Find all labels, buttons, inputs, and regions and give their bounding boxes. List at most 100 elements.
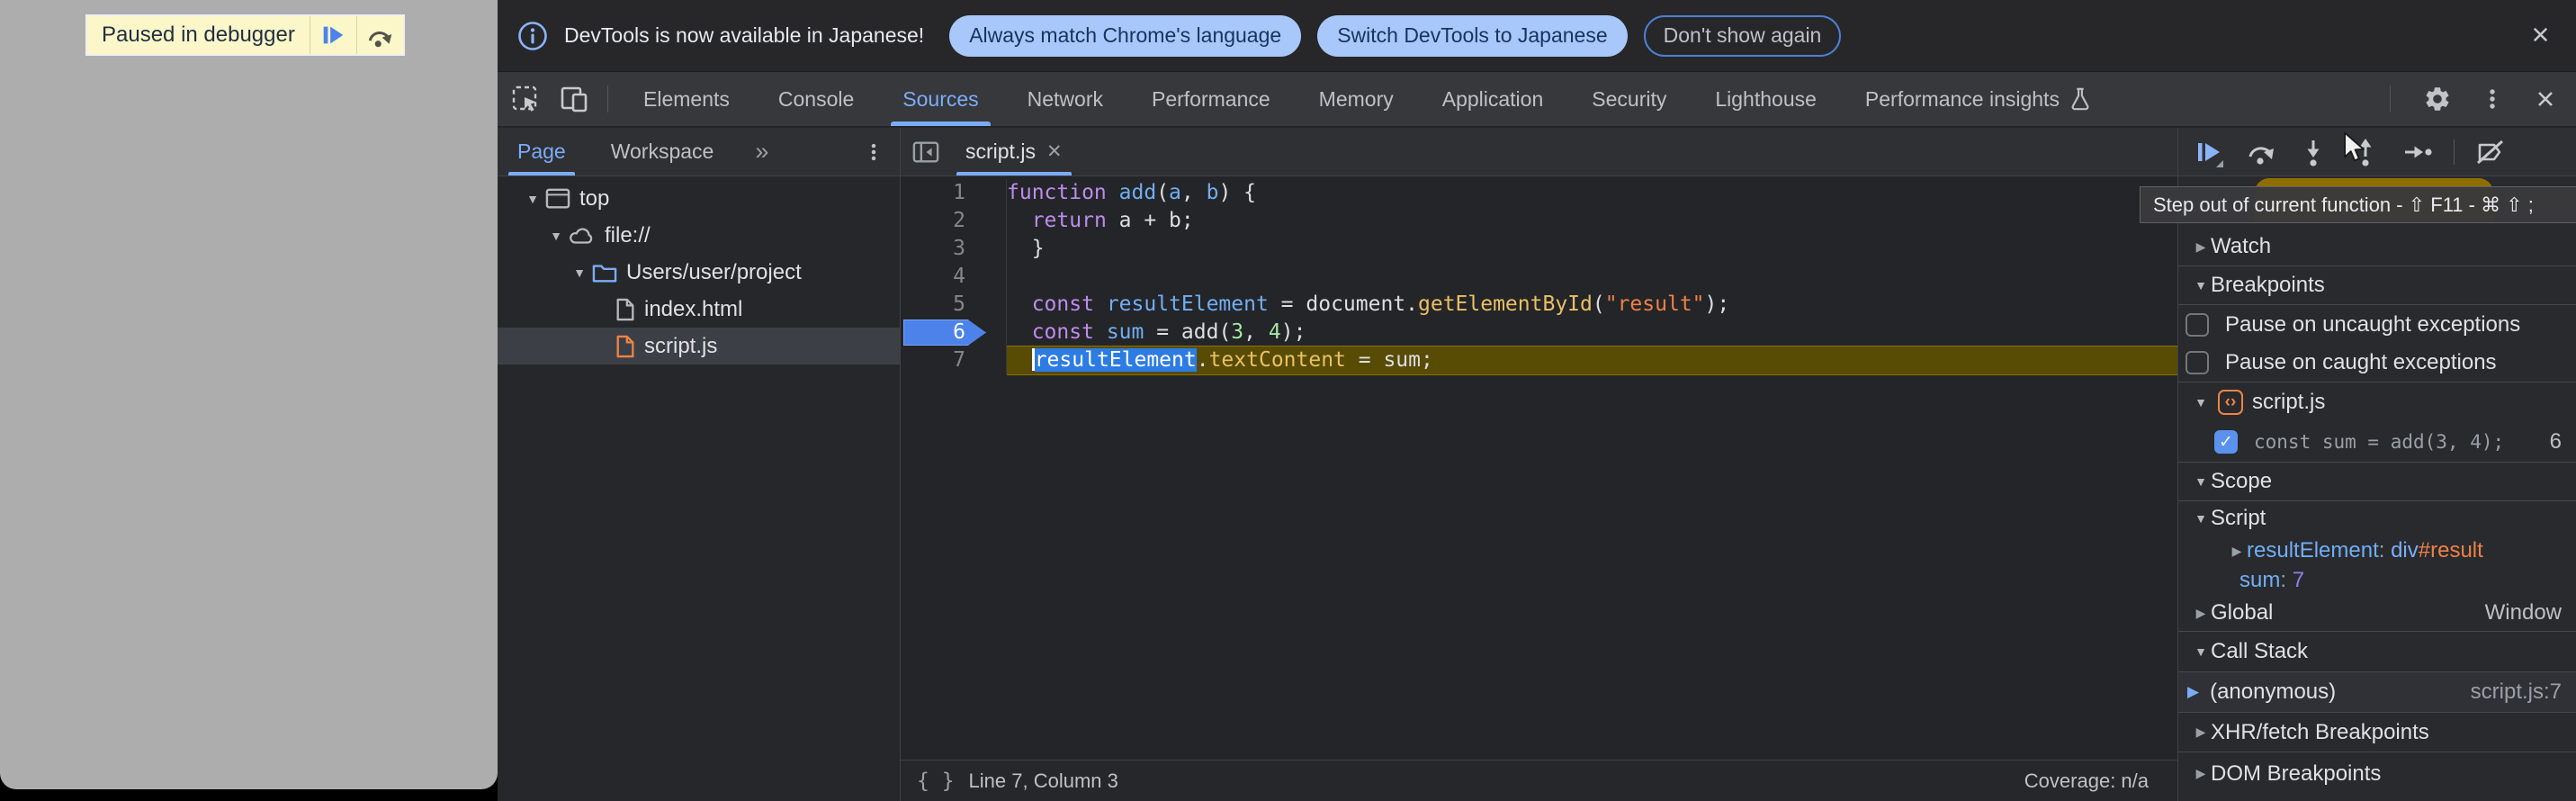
dont-show-again-button[interactable]: Don't show again bbox=[1644, 15, 1842, 57]
deactivate-breakpoints-icon bbox=[2474, 136, 2507, 168]
more-options-button[interactable] bbox=[2473, 82, 2511, 116]
always-match-language-button[interactable]: Always match Chrome's language bbox=[949, 15, 1301, 57]
tree-item-project-folder[interactable]: ▼ Users/user/project bbox=[498, 254, 900, 291]
notification-message: DevTools is now available in Japanese! bbox=[564, 23, 924, 48]
expander-icon[interactable]: ▼ bbox=[523, 192, 543, 206]
expander-icon[interactable]: ▶ bbox=[2191, 239, 2211, 255]
tab-lighthouse[interactable]: Lighthouse bbox=[1691, 72, 1841, 126]
tree-item-label: file:// bbox=[605, 223, 651, 248]
selected-token: resultElement bbox=[1035, 348, 1197, 372]
step-over-button-page[interactable] bbox=[356, 16, 403, 54]
section-call-stack[interactable]: ▼ Call Stack bbox=[2178, 631, 2576, 672]
navigator-tab-workspace[interactable]: Workspace bbox=[607, 128, 718, 176]
code-token bbox=[1094, 320, 1107, 344]
expander-icon[interactable]: ▶ bbox=[2227, 544, 2247, 559]
code-token: 4 bbox=[1269, 320, 1281, 344]
breakpoint-group-script-js[interactable]: ▼ ‹› script.js bbox=[2178, 382, 2576, 422]
resume-script-button[interactable] bbox=[310, 16, 356, 54]
tree-item-top[interactable]: ▼ top bbox=[498, 180, 900, 217]
scope-value: Window bbox=[2485, 600, 2576, 626]
expander-icon[interactable]: ▼ bbox=[570, 266, 589, 280]
breakpoint-marker-icon[interactable] bbox=[903, 320, 986, 346]
line-number-gutter[interactable]: 7 bbox=[901, 346, 1007, 374]
scope-var-resultelement[interactable]: ▶ resultElement: div#result bbox=[2178, 536, 2576, 566]
expander-icon[interactable]: ▼ bbox=[2191, 474, 2211, 489]
expander-icon[interactable]: ▼ bbox=[2191, 278, 2211, 292]
expander-icon[interactable]: ▼ bbox=[2191, 644, 2211, 659]
checkbox-label: Pause on uncaught exceptions bbox=[2225, 312, 2520, 338]
section-xhr-breakpoints[interactable]: ▶ XHR/fetch Breakpoints bbox=[2178, 712, 2576, 752]
info-icon bbox=[517, 21, 548, 51]
tree-item-file-protocol[interactable]: ▼ file:// bbox=[498, 217, 900, 254]
tab-application[interactable]: Application bbox=[1418, 72, 1568, 126]
settings-button[interactable] bbox=[2418, 81, 2457, 117]
code-token: ( bbox=[1593, 292, 1605, 316]
section-breakpoints[interactable]: ▼ Breakpoints bbox=[2178, 266, 2576, 305]
expander-icon[interactable]: ▼ bbox=[2191, 395, 2211, 410]
step-over-icon bbox=[2245, 136, 2277, 168]
section-dom-breakpoints[interactable]: ▶ DOM Breakpoints bbox=[2178, 752, 2576, 795]
tab-network[interactable]: Network bbox=[1003, 72, 1127, 126]
breakpoint-entry[interactable]: ✓ const sum = add(3, 4); 6 bbox=[2178, 422, 2576, 462]
tab-close-icon[interactable]: ✕ bbox=[1046, 140, 1063, 163]
line-number-gutter[interactable]: 5 bbox=[901, 291, 1007, 319]
step-over-button[interactable] bbox=[2245, 136, 2277, 168]
tab-performance-insights[interactable]: Performance insights bbox=[1841, 72, 2116, 126]
resume-button[interactable] bbox=[2193, 136, 2225, 168]
mouse-cursor bbox=[2342, 131, 2369, 164]
code-token: ); bbox=[1281, 320, 1306, 344]
page-background: Paused in debugger bbox=[0, 0, 498, 789]
line-number-gutter[interactable]: 3 bbox=[901, 235, 1007, 263]
scope-var-sum[interactable]: sum: 7 bbox=[2178, 566, 2576, 595]
tree-item-index-html[interactable]: index.html bbox=[498, 291, 900, 328]
inspect-element-button[interactable] bbox=[505, 80, 546, 118]
expander-icon[interactable]: ▼ bbox=[546, 229, 566, 243]
more-tabs-chevron[interactable]: » bbox=[755, 138, 768, 166]
tab-elements[interactable]: Elements bbox=[619, 72, 754, 126]
tree-item-script-js[interactable]: script.js bbox=[498, 328, 900, 364]
line-number-gutter[interactable]: 1 bbox=[901, 179, 1007, 207]
step-button[interactable] bbox=[2401, 136, 2434, 168]
notification-close-button[interactable] bbox=[2525, 19, 2556, 53]
device-toolbar-button[interactable] bbox=[553, 80, 597, 118]
code-area[interactable]: 1function add(a, b) {2 return a + b;3 }4… bbox=[901, 176, 2177, 760]
editor-tab-script-js[interactable]: script.js ✕ bbox=[958, 128, 1070, 176]
toggle-navigator-icon[interactable] bbox=[911, 139, 940, 166]
step-into-button[interactable] bbox=[2297, 136, 2329, 168]
pretty-print-button[interactable]: { } bbox=[917, 770, 955, 793]
expander-icon[interactable]: ▶ bbox=[2191, 724, 2211, 740]
toolbar-divider bbox=[2390, 86, 2391, 112]
section-scope[interactable]: ▼ Scope bbox=[2178, 462, 2576, 501]
code-token bbox=[1007, 292, 1032, 316]
pause-caught-checkbox[interactable] bbox=[2186, 351, 2209, 374]
pause-uncaught-checkbox[interactable] bbox=[2186, 313, 2209, 337]
navigator-more-options[interactable] bbox=[862, 140, 900, 164]
tab-sources[interactable]: Sources bbox=[878, 72, 1002, 126]
section-watch[interactable]: ▶ Watch bbox=[2178, 228, 2576, 266]
devtools-window: DevTools is now available in Japanese! A… bbox=[498, 0, 2576, 801]
breakpoint-checkbox[interactable]: ✓ bbox=[2214, 430, 2238, 454]
line-number-gutter[interactable]: 4 bbox=[901, 263, 1007, 291]
editor-status-bar: { } Line 7, Column 3 Coverage: n/a bbox=[901, 760, 2177, 801]
scope-global[interactable]: ▶ Global Window bbox=[2178, 595, 2576, 631]
tab-security[interactable]: Security bbox=[1567, 72, 1691, 126]
call-stack-frame[interactable]: ▶ (anonymous) script.js:7 bbox=[2178, 672, 2576, 712]
breakpoint-file-name: script.js bbox=[2252, 390, 2325, 415]
tab-memory[interactable]: Memory bbox=[1295, 72, 1418, 126]
tab-console[interactable]: Console bbox=[754, 72, 878, 126]
line-number-gutter[interactable]: 2 bbox=[901, 207, 1007, 235]
script-file-icon: ‹› bbox=[2218, 390, 2243, 415]
code-line-content: function add(a, b) { bbox=[1007, 179, 2177, 207]
devtools-close-button[interactable] bbox=[2527, 83, 2563, 115]
scope-script[interactable]: ▼ Script bbox=[2178, 501, 2576, 536]
navigator-tab-page[interactable]: Page bbox=[514, 128, 570, 176]
code-token bbox=[1007, 320, 1032, 344]
deactivate-breakpoints-button[interactable] bbox=[2474, 136, 2507, 168]
expander-icon[interactable]: ▶ bbox=[2191, 766, 2211, 781]
close-icon bbox=[2528, 22, 2553, 47]
expander-icon[interactable]: ▶ bbox=[2191, 606, 2211, 621]
expander-icon[interactable]: ▼ bbox=[2191, 511, 2211, 526]
tab-performance[interactable]: Performance bbox=[1127, 72, 1295, 126]
switch-to-japanese-button[interactable]: Switch DevTools to Japanese bbox=[1317, 15, 1627, 57]
breakpoint-gutter-line[interactable]: 6 bbox=[901, 319, 1007, 346]
